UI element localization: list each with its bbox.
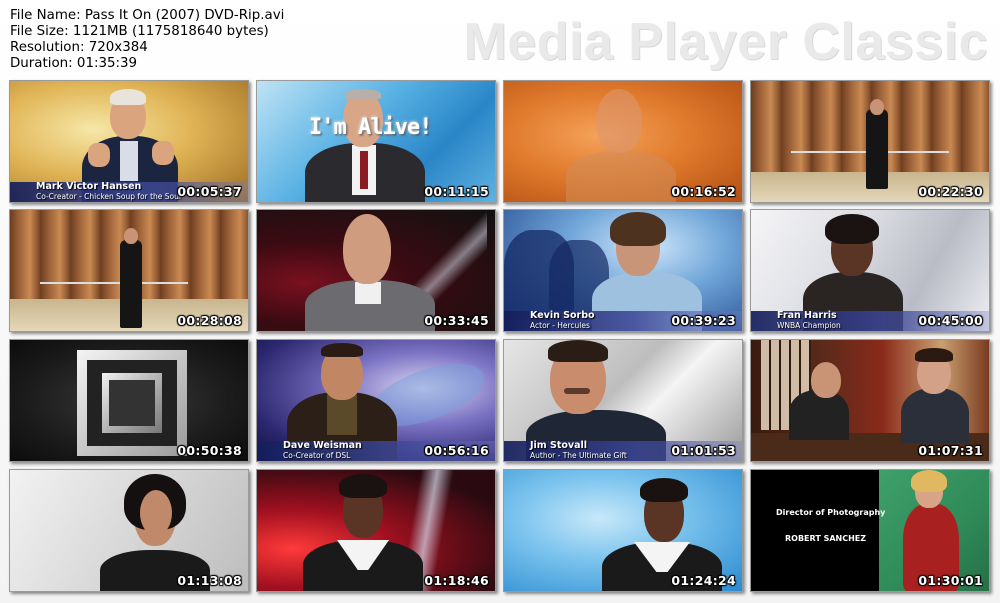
- timestamp: 00:16:52: [671, 184, 736, 199]
- timestamp: 00:33:45: [424, 313, 489, 328]
- thumbnail-frame[interactable]: Jim Stovall Author - The Ultimate Gift 0…: [503, 339, 743, 462]
- thumbnail-frame[interactable]: 00:16:52: [503, 80, 743, 203]
- caption-name: Mark Victor Hansen: [36, 181, 142, 192]
- thumbnail-frame[interactable]: 00:28:08: [9, 209, 249, 332]
- thumbnail-frame[interactable]: 01:18:46: [256, 469, 496, 592]
- timestamp: 01:24:24: [671, 573, 736, 588]
- thumbnail-frame[interactable]: Kevin Sorbo Actor - Hercules 00:39:23: [503, 209, 743, 332]
- timestamp: 00:50:38: [177, 443, 242, 458]
- caption-name: Jim Stovall: [530, 440, 588, 451]
- caption-subtitle: Author - The Ultimate Gift: [530, 451, 627, 460]
- thumbnail-frame[interactable]: 01:13:08: [9, 469, 249, 592]
- thumbnail-frame[interactable]: Fran Harris WNBA Champion 00:45:00: [750, 209, 990, 332]
- caption-name: Dave Weisman: [283, 440, 362, 451]
- timestamp: 00:22:30: [918, 184, 983, 199]
- credit-title: Director of Photography: [776, 508, 886, 517]
- timestamp: 00:45:00: [918, 313, 983, 328]
- timestamp: 01:01:53: [671, 443, 736, 458]
- timestamp: 00:39:23: [671, 313, 736, 328]
- thumbnail-frame[interactable]: 00:22:30: [750, 80, 990, 203]
- thumbnail-frame[interactable]: I'm Alive! 00:11:15: [256, 80, 496, 203]
- thumbnail-frame[interactable]: Dave Weisman Co-Creator of DSL 00:56:16: [256, 339, 496, 462]
- thumbnail-frame[interactable]: Mark Victor Hansen Co-Creator - Chicken …: [9, 80, 249, 203]
- timestamp: 00:56:16: [424, 443, 489, 458]
- timestamp: 00:11:15: [424, 184, 489, 199]
- credit-name: ROBERT SANCHEZ: [785, 534, 867, 543]
- caption-name: Fran Harris: [777, 310, 837, 321]
- caption-subtitle: WNBA Champion: [777, 321, 841, 330]
- thumbnail-frame[interactable]: 00:50:38: [9, 339, 249, 462]
- caption-subtitle: Co-Creator of DSL: [283, 451, 351, 460]
- caption-subtitle: Actor - Hercules: [530, 321, 590, 330]
- thumbnail-frame[interactable]: Director of Photography ROBERT SANCHEZ 0…: [750, 469, 990, 592]
- thumbnail-frame[interactable]: 01:24:24: [503, 469, 743, 592]
- caption-subtitle: Co-Creator - Chicken Soup for the Soul: [36, 192, 181, 201]
- thumbnail-grid: Mark Victor Hansen Co-Creator - Chicken …: [0, 0, 1000, 603]
- thumbnail-frame[interactable]: 01:07:31: [750, 339, 990, 462]
- title-overlay: I'm Alive!: [309, 115, 432, 140]
- timestamp: 00:28:08: [177, 313, 242, 328]
- timestamp: 01:13:08: [177, 573, 242, 588]
- timestamp: 01:18:46: [424, 573, 489, 588]
- timestamp: 01:07:31: [918, 443, 983, 458]
- timestamp: 01:30:01: [918, 573, 983, 588]
- caption-name: Kevin Sorbo: [530, 310, 595, 321]
- thumbnail-frame[interactable]: 00:33:45: [256, 209, 496, 332]
- timestamp: 00:05:37: [177, 184, 242, 199]
